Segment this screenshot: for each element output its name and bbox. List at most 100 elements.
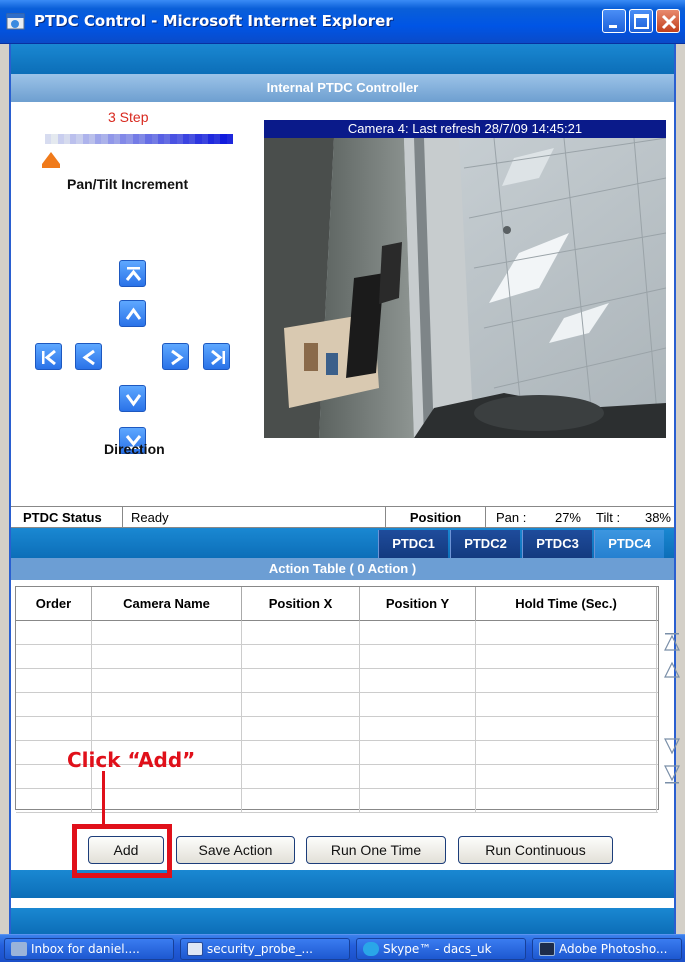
status-bar: PTDC Status Ready Position Pan : 27% Til… (11, 506, 674, 528)
add-button[interactable]: Add (88, 836, 164, 864)
table-cell (242, 621, 360, 644)
pan-far-left-button[interactable] (35, 343, 62, 370)
table-cell (16, 621, 92, 644)
pan-left-button[interactable] (75, 343, 102, 370)
table-cell (242, 669, 360, 692)
table-cell (360, 621, 476, 644)
top-band (11, 44, 674, 74)
scroll-up-icon[interactable] (662, 659, 682, 681)
table-cell (242, 789, 360, 812)
taskbar-item-skype[interactable]: Skype™ - dacs_uk (356, 938, 526, 960)
tab-ptdc3[interactable]: PTDC3 (522, 530, 592, 558)
column-header-position-y: Position Y (360, 587, 476, 621)
tab-ptdc1[interactable]: PTDC1 (378, 530, 448, 558)
action-table: Order Camera Name Position X Position Y … (15, 586, 680, 813)
table-cell (360, 717, 476, 740)
title-bar[interactable]: PTDC Control - Microsoft Internet Explor… (0, 0, 685, 44)
photoshop-icon (539, 941, 555, 956)
action-table-title: Action Table ( 0 Action ) (11, 558, 674, 580)
step-slider-track[interactable] (45, 134, 233, 144)
run-continuous-button[interactable]: Run Continuous (458, 836, 613, 864)
table-cell (242, 693, 360, 716)
table-cell (242, 765, 360, 788)
mail-icon (11, 941, 27, 956)
annotation-text: Click “Add” (67, 748, 196, 772)
step-segment (226, 134, 233, 144)
tilt-value: 38% (644, 510, 671, 525)
table-cell (16, 645, 92, 668)
maximize-button[interactable] (629, 9, 653, 33)
column-header-order: Order (16, 587, 92, 621)
table-cell (360, 693, 476, 716)
close-button[interactable] (656, 9, 680, 33)
table-row[interactable] (16, 693, 658, 717)
pan-value: 27% (554, 510, 581, 525)
taskbar-item-word[interactable]: security_probe_... (180, 938, 350, 960)
step-slider-handle[interactable] (42, 152, 60, 164)
table-cell (476, 693, 657, 716)
chevron-up-icon (125, 307, 142, 320)
chevron-left-icon (82, 349, 95, 366)
column-header-camera-name: Camera Name (92, 587, 242, 621)
page-title: Internal PTDC Controller (11, 74, 674, 102)
table-cell (360, 789, 476, 812)
scroll-bottom-icon[interactable] (662, 763, 682, 785)
pan-right-button[interactable] (162, 343, 189, 370)
table-cell (476, 789, 657, 812)
page-content: Internal PTDC Controller 3 Step Pan/Tilt… (9, 44, 680, 934)
table-cell (242, 645, 360, 668)
camera-image (264, 138, 666, 438)
run-one-time-button[interactable]: Run One Time (306, 836, 446, 864)
taskbar-item-photoshop[interactable]: Adobe Photosho... (532, 938, 682, 960)
chevron-down-icon (125, 394, 142, 407)
table-row[interactable] (16, 621, 658, 645)
column-header-position-x: Position X (242, 587, 360, 621)
table-cell (476, 765, 657, 788)
table-cell (16, 693, 92, 716)
annotation-line (102, 771, 105, 825)
action-table-header: Order Camera Name Position X Position Y … (16, 587, 658, 621)
step-slider-handle-base (42, 164, 60, 168)
taskbar-item-label: security_probe_... (207, 942, 313, 956)
table-cell (476, 741, 657, 764)
tilt-label: Tilt : (596, 510, 621, 525)
tab-ptdc4[interactable]: PTDC4 (594, 530, 664, 558)
table-row[interactable] (16, 669, 658, 693)
table-cell (360, 741, 476, 764)
scroll-down-icon[interactable] (662, 735, 682, 757)
minimize-button[interactable] (602, 9, 626, 33)
taskbar-item-label: Adobe Photosho... (559, 942, 668, 956)
table-cell (360, 669, 476, 692)
table-cell (360, 645, 476, 668)
table-cell (16, 789, 92, 812)
table-cell (92, 645, 242, 668)
table-row[interactable] (16, 645, 658, 669)
camera-header: Camera 4: Last refresh 28/7/09 14:45:21 (264, 120, 666, 138)
word-doc-icon (187, 941, 203, 956)
table-cell (92, 693, 242, 716)
tilt-down-button[interactable] (119, 385, 146, 412)
column-header-hold-time: Hold Time (Sec.) (476, 587, 657, 621)
taskbar-item-inbox[interactable]: Inbox for daniel.... (4, 938, 174, 960)
table-row[interactable] (16, 717, 658, 741)
step-label: 3 Step (108, 109, 149, 125)
double-chevron-left-icon (42, 349, 56, 366)
save-action-button[interactable]: Save Action (176, 836, 295, 864)
ptdc-status-label: PTDC Status (11, 507, 123, 528)
table-cell (476, 621, 657, 644)
pan-far-right-button[interactable] (203, 343, 230, 370)
tab-ptdc2[interactable]: PTDC2 (450, 530, 520, 558)
scroll-top-icon[interactable] (662, 631, 682, 653)
tilt-top-button[interactable] (119, 260, 146, 287)
pan-label: Pan : (496, 510, 527, 525)
minimize-icon (609, 25, 617, 28)
tilt-up-button[interactable] (119, 300, 146, 327)
bottom-band-1 (11, 870, 674, 898)
camera-view (264, 138, 666, 438)
table-cell (92, 669, 242, 692)
browser-window: PTDC Control - Microsoft Internet Explor… (0, 0, 685, 962)
table-cell (476, 645, 657, 668)
internet-explorer-icon (6, 13, 25, 30)
taskbar-item-label: Inbox for daniel.... (31, 942, 140, 956)
table-row[interactable] (16, 789, 658, 813)
